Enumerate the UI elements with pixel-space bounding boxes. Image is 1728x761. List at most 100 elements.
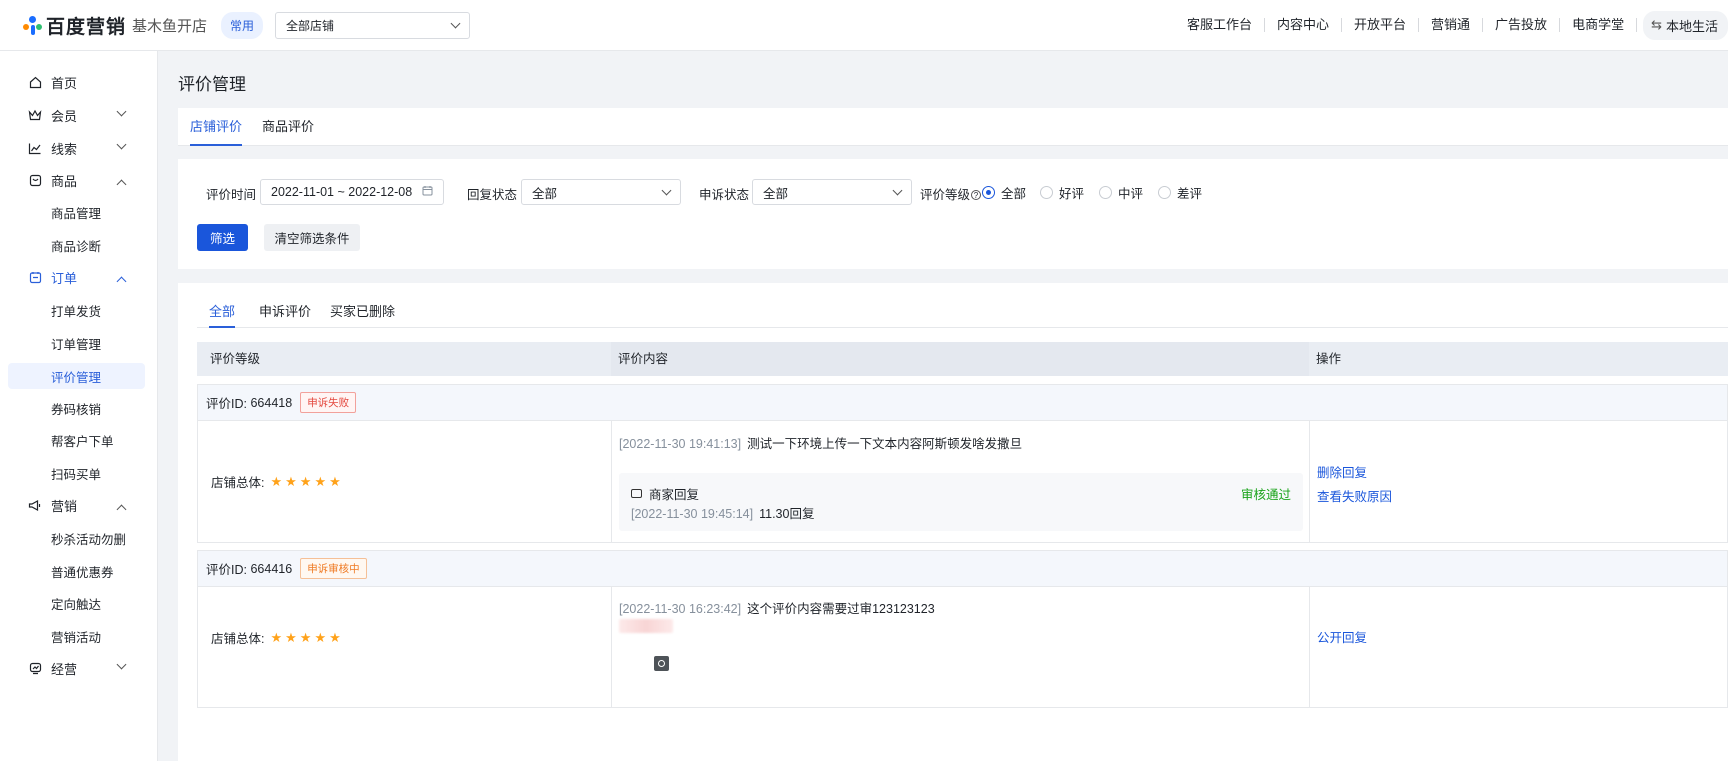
review-time: [2022-11-30 16:23:42] [619, 602, 742, 616]
sidebar-item-order[interactable]: 订单 [8, 264, 145, 290]
local-life-switch[interactable]: ⇆ 本地生活 [1643, 10, 1728, 40]
store-select-value: 全部店铺 [286, 18, 335, 33]
radio-level-bad[interactable]: 差评 [1158, 183, 1202, 202]
logo[interactable]: 百度营销 基木鱼开店 [22, 12, 207, 39]
radio-level-medium[interactable]: 中评 [1099, 183, 1143, 202]
radio-level-good[interactable]: 好评 [1040, 183, 1084, 202]
radio-level-all[interactable]: 全部 [982, 183, 1026, 202]
operation-icon [28, 661, 42, 675]
date-range-picker[interactable]: 2022-11-01 ~ 2022-12-08 [260, 179, 444, 205]
radio-circle [1040, 186, 1053, 199]
clear-filter-button[interactable]: 清空筛选条件 [264, 224, 360, 251]
local-life-label: 本地生活 [1665, 18, 1718, 34]
view-fail-reason-link[interactable]: 查看失败原因 [1317, 486, 1392, 505]
chevron-down-icon [450, 18, 461, 28]
store-rating: 店铺总体: ★★★★★ [211, 473, 344, 491]
date-range-value: 2022-11-01 ~ 2022-12-08 [271, 185, 413, 199]
review-text: 测试一下环境上传一下文本内容阿斯顿发啥发撒旦 [747, 437, 1023, 451]
review-type-tabs: 店铺评价 商品评价 [178, 108, 1728, 146]
filter-panel: 评价时间 2022-11-01 ~ 2022-12-08 回复状态 全部 申诉状… [178, 159, 1728, 269]
filter-button[interactable]: 筛选 [197, 224, 248, 251]
reply-status-label: 回复状态 [467, 188, 518, 202]
sidebar-item-operation[interactable]: 经营 [8, 655, 145, 681]
chevron-up-icon [116, 179, 127, 190]
subtab-appeal[interactable]: 申诉评价 [259, 301, 311, 328]
review-row-body: 店铺总体: ★★★★★ [2022-11-30 19:41:13] 测试一下环境上… [198, 421, 1727, 542]
chevron-down-icon [116, 139, 127, 150]
store-select[interactable]: 全部店铺 [275, 11, 471, 39]
review-id-label: 评价ID: [206, 397, 247, 411]
tab-product-review[interactable]: 商品评价 [262, 108, 314, 146]
common-tag[interactable]: 常用 [221, 11, 264, 39]
chart-icon [28, 141, 42, 155]
help-icon[interactable]: ? [971, 190, 982, 200]
sidebar-item-product-diagnosis[interactable]: 商品诊断 [8, 232, 145, 258]
subtab-buyer-deleted[interactable]: 买家已删除 [330, 301, 395, 328]
sidebar-item-print-ship[interactable]: 打单发货 [8, 297, 145, 323]
nav-ad-placement[interactable]: 广告投放 [1483, 18, 1561, 32]
chevron-down-icon [661, 185, 672, 195]
nav-customer-service[interactable]: 客服工作台 [1175, 18, 1265, 32]
sidebar-item-normal-coupon[interactable]: 普通优惠券 [8, 558, 145, 584]
message-icon [631, 489, 642, 498]
reply-status-select[interactable]: 全部 [521, 179, 681, 205]
star-rating-icon: ★★★★★ [270, 629, 344, 645]
review-id: 664418 [250, 395, 293, 410]
top-nav: 客服工作台 内容中心 开放平台 营销通 广告投放 电商学堂 ⇆ 本地生活 [1175, 0, 1728, 50]
sidebar-item-help-order[interactable]: 帮客户下单 [8, 427, 145, 453]
nav-ecommerce-school[interactable]: 电商学堂 [1560, 18, 1638, 32]
review-subtabs: 全部 申诉评价 买家已删除 [197, 283, 1728, 328]
reply-time: [2022-11-30 19:45:14] [631, 507, 754, 521]
chevron-up-icon [116, 276, 127, 287]
review-id: 664416 [250, 561, 293, 576]
home-icon [28, 75, 42, 89]
status-badge: 申诉审核中 [300, 558, 367, 579]
tab-store-review[interactable]: 店铺评价 [190, 108, 243, 146]
review-time: [2022-11-30 19:41:13] [619, 437, 742, 451]
logo-text: 百度营销 [46, 16, 127, 38]
chevron-down-icon [892, 185, 903, 195]
sidebar-item-coupon-verify[interactable]: 券码核销 [8, 395, 145, 421]
sidebar-item-leads[interactable]: 线索 [8, 135, 145, 161]
header-review-content: 评价内容 [611, 342, 1309, 376]
nav-open-platform[interactable]: 开放平台 [1342, 18, 1420, 32]
baidu-logo-icon [22, 14, 44, 36]
public-reply-link[interactable]: 公开回复 [1317, 627, 1367, 646]
delete-reply-link[interactable]: 删除回复 [1317, 462, 1367, 481]
nav-content-center[interactable]: 内容中心 [1265, 18, 1343, 32]
sidebar-item-order-manage[interactable]: 订单管理 [8, 330, 145, 356]
chevron-down-icon [116, 106, 127, 117]
sidebar-item-member[interactable]: 会员 [8, 102, 145, 128]
merchant-reply: 商家回复 审核通过 [2022-11-30 19:45:14] 11.30回复 [619, 473, 1303, 531]
zoom-icon[interactable] [654, 656, 669, 671]
sidebar-item-product[interactable]: 商品 [8, 167, 145, 193]
sidebar-item-scan-buy[interactable]: 扫码买单 [8, 460, 145, 486]
sidebar-item-marketing[interactable]: 营销 [8, 492, 145, 518]
review-content: [2022-11-30 19:41:13] 测试一下环境上传一下文本内容阿斯顿发啥… [619, 433, 1022, 452]
top-bar: 百度营销 基木鱼开店 常用 全部店铺 客服工作台 内容中心 开放平台 营销通 广… [0, 0, 1728, 51]
star-rating-icon: ★★★★★ [270, 473, 344, 489]
reply-audit-status: 审核通过 [1240, 488, 1291, 502]
review-level-label: 评价等级? [920, 184, 982, 203]
appeal-status-label: 申诉状态 [699, 188, 750, 202]
nav-marketing-tong[interactable]: 营销通 [1419, 18, 1484, 32]
chevron-up-icon [116, 504, 127, 515]
sidebar-item-marketing-activity[interactable]: 营销活动 [8, 623, 145, 649]
sidebar-item-home[interactable]: 首页 [8, 69, 145, 95]
radio-circle [1099, 186, 1112, 199]
sidebar-item-flash-sale[interactable]: 秒杀活动勿删 [8, 525, 145, 551]
header-review-level: 评价等级 [210, 352, 261, 366]
review-row-header: 评价ID: 664416 申诉审核中 [198, 551, 1727, 587]
review-row: 评价ID: 664416 申诉审核中 店铺总体: ★★★★★ [2022-11-… [197, 550, 1728, 708]
product-icon [28, 173, 42, 187]
review-image-thumbnail[interactable] [619, 619, 673, 633]
sidebar-item-review-manage[interactable]: 评价管理 [8, 363, 145, 389]
review-row: 评价ID: 664418 申诉失败 店铺总体: ★★★★★ [2022-11-3… [197, 384, 1728, 543]
reply-text: 11.30回复 [759, 507, 815, 521]
sidebar-item-targeted-reach[interactable]: 定向触达 [8, 590, 145, 616]
subtab-all[interactable]: 全部 [209, 301, 236, 328]
store-rating: 店铺总体: ★★★★★ [211, 629, 344, 647]
appeal-status-select[interactable]: 全部 [752, 179, 912, 205]
review-list-panel: 全部 申诉评价 买家已删除 评价等级 评价内容 操作 评价ID: 664418 … [178, 283, 1728, 761]
sidebar-item-product-manage[interactable]: 商品管理 [8, 199, 145, 225]
